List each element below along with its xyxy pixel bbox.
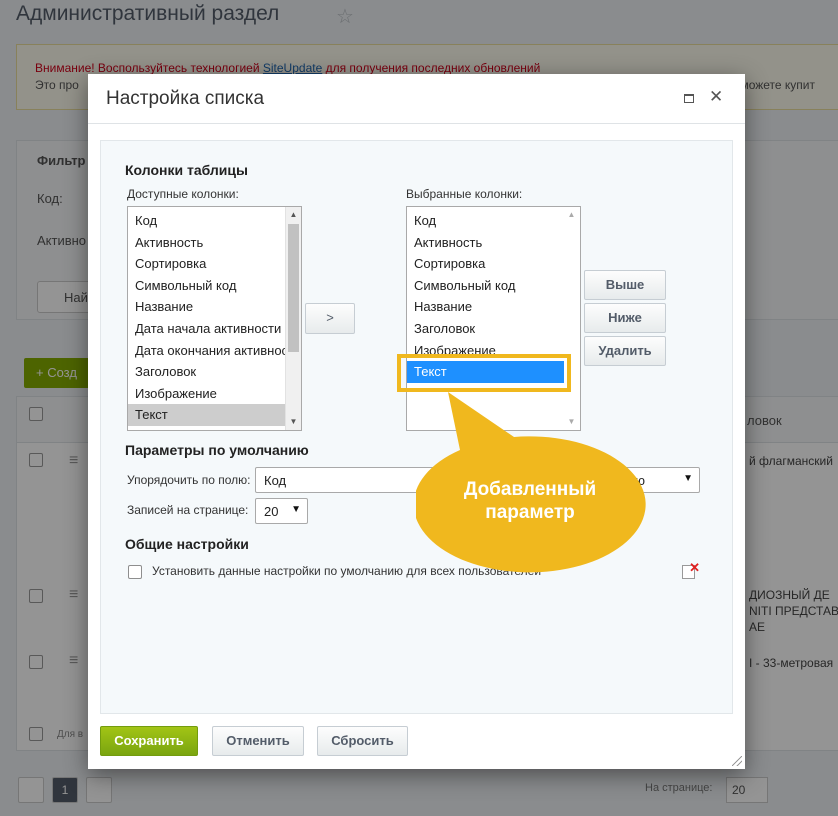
list-item[interactable]: Сортировка — [407, 253, 564, 275]
list-item[interactable]: Символьный код — [407, 275, 564, 297]
available-columns-list[interactable]: Код Активность Сортировка Символьный код Наз… — [127, 206, 302, 431]
list-item[interactable]: Активность — [407, 232, 564, 254]
sort-by-value: Код — [264, 473, 287, 488]
save-button[interactable]: Сохранить — [100, 726, 198, 756]
callout-line1: Добавленный — [464, 479, 596, 500]
cancel-button[interactable]: Отменить — [212, 726, 304, 756]
list-item[interactable]: Дата начала активности — [128, 318, 285, 340]
maximize-icon[interactable] — [684, 94, 694, 103]
delete-settings-icon[interactable]: ✕ — [682, 560, 700, 579]
selected-columns-label: Выбранные колонки: — [406, 187, 523, 201]
reset-button[interactable]: Сбросить — [317, 726, 408, 756]
list-item[interactable]: Активность — [128, 232, 285, 254]
available-list-scrollbar[interactable]: ▲ ▼ — [285, 207, 301, 430]
move-up-button[interactable]: Выше — [584, 270, 666, 300]
list-item[interactable]: Сортировка — [128, 253, 285, 275]
chevron-down-icon: ▼ — [291, 504, 301, 515]
list-item[interactable]: Текст — [128, 404, 285, 426]
remove-column-button[interactable]: Удалить — [584, 336, 666, 366]
dialog-header: Настройка списка ✕ — [88, 74, 745, 124]
general-section-title: Общие настройки — [125, 536, 249, 552]
list-item[interactable]: Дата окончания активности — [128, 340, 285, 362]
callout-line2: параметр — [485, 502, 575, 523]
scroll-down-icon[interactable]: ▼ — [286, 414, 301, 430]
defaults-section-title: Параметры по умолчанию — [125, 442, 309, 458]
per-page-select[interactable]: 20 ▼ — [255, 498, 308, 524]
columns-section-title: Колонки таблицы — [125, 162, 248, 178]
scroll-thumb[interactable] — [288, 224, 299, 352]
added-item-highlight — [397, 354, 571, 392]
list-item[interactable]: Символьный код — [128, 275, 285, 297]
list-item[interactable]: Код — [128, 210, 285, 232]
list-item[interactable]: Код — [407, 210, 564, 232]
dialog-title: Настройка списка — [106, 88, 265, 109]
close-icon[interactable]: ✕ — [709, 87, 723, 107]
available-items: Код Активность Сортировка Символьный код Наз… — [128, 210, 285, 426]
per-page-value: 20 — [264, 504, 279, 519]
scroll-up-icon[interactable]: ▲ — [286, 207, 301, 223]
list-item[interactable]: Заголовок — [407, 318, 564, 340]
resize-handle-icon[interactable] — [732, 756, 742, 766]
move-down-button[interactable]: Ниже — [584, 303, 666, 333]
per-page-label: Записей на странице: — [127, 503, 249, 517]
available-columns-label: Доступные колонки: — [127, 187, 239, 201]
list-item[interactable]: Изображение — [128, 383, 285, 405]
scroll-up-icon[interactable]: ▲ — [564, 207, 579, 223]
list-item[interactable]: Название — [128, 296, 285, 318]
chevron-down-icon: ▼ — [683, 473, 693, 484]
apply-all-checkbox[interactable] — [128, 565, 142, 579]
added-parameter-callout: Добавленный параметр — [416, 392, 646, 573]
dialog-footer: Сохранить Отменить Сбросить — [88, 714, 745, 769]
list-item[interactable]: Заголовок — [128, 361, 285, 383]
list-item[interactable]: Название — [407, 296, 564, 318]
sort-by-label: Упорядочить по полю: — [127, 473, 251, 487]
move-right-button[interactable]: > — [305, 303, 355, 334]
